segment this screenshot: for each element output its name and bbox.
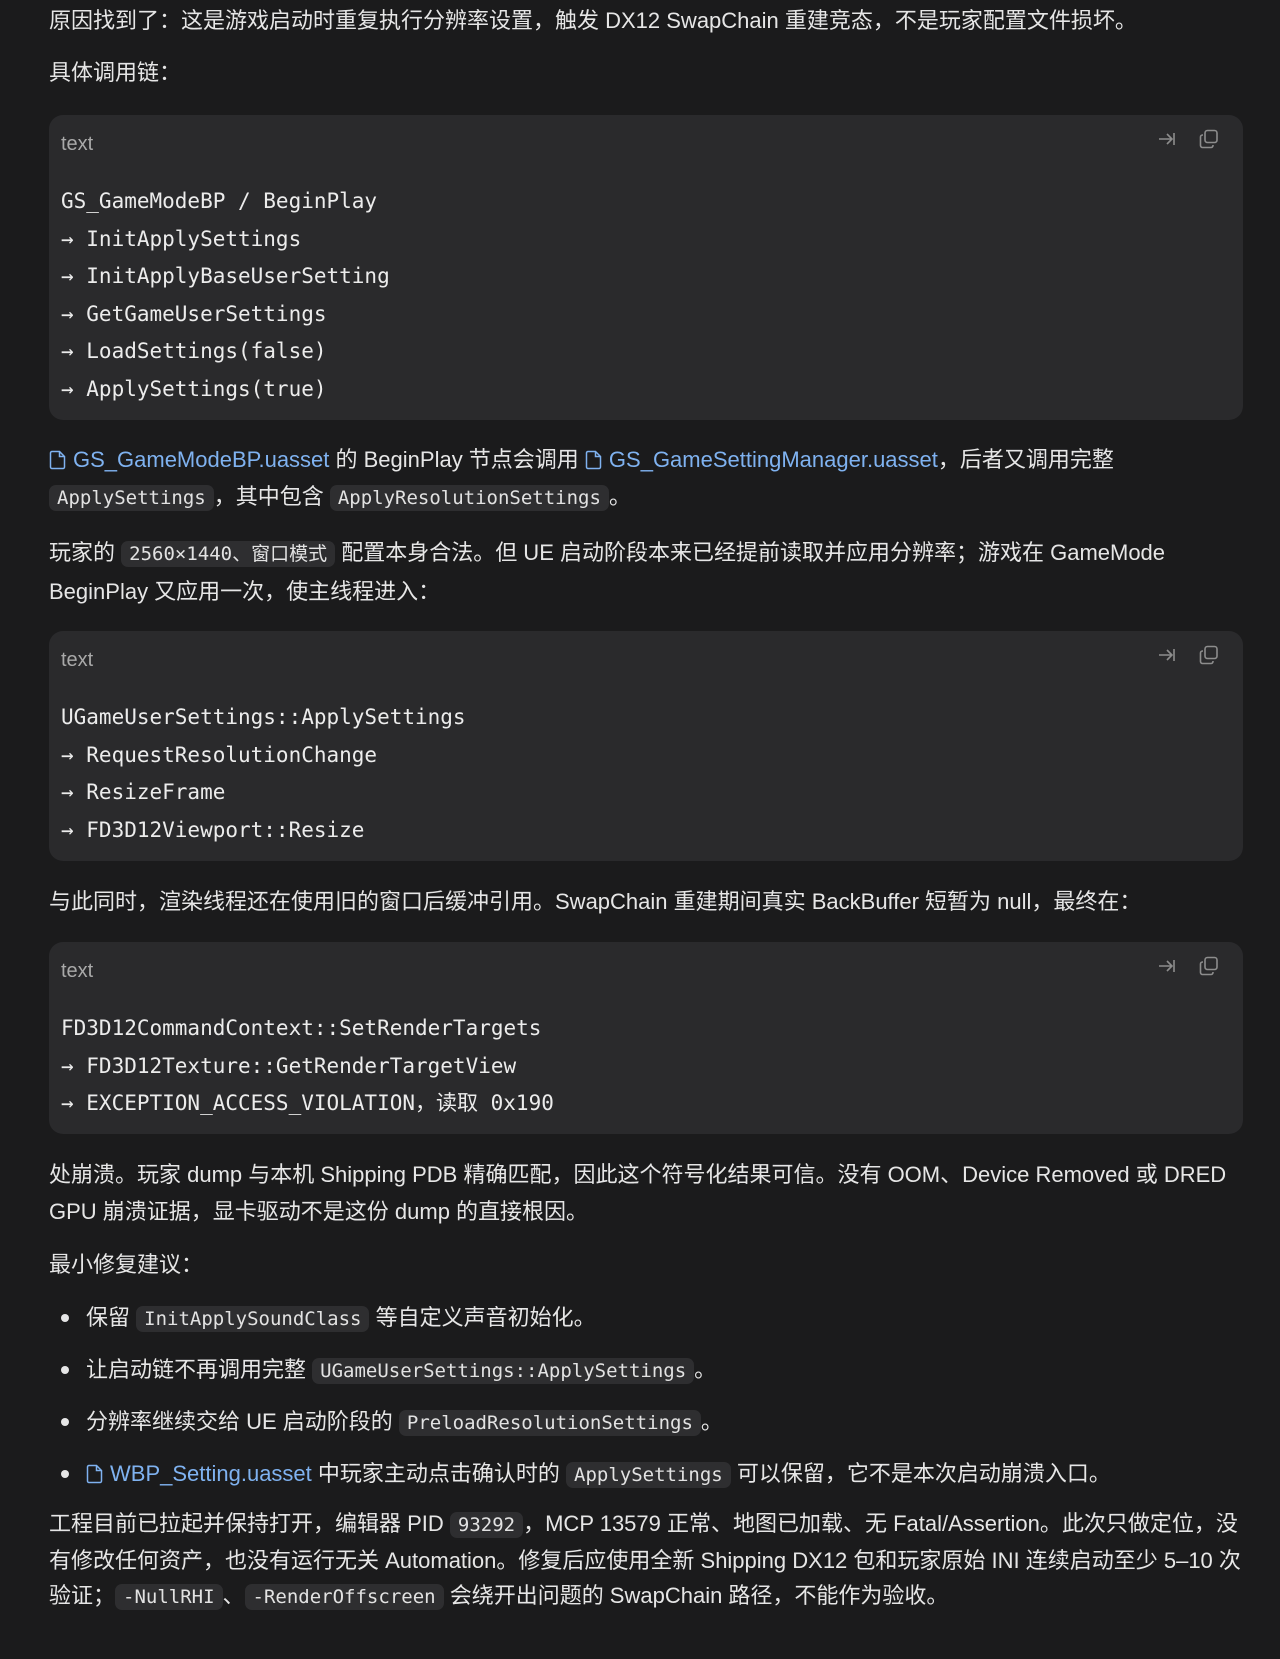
code-language-label: text (61, 649, 94, 671)
inline-code: UGameUserSettings::ApplySettings (312, 1358, 695, 1384)
fix-list: 保留 InitApplySoundClass 等自定义声音初始化。 让启动链不再… (49, 1299, 1244, 1507)
code-block-header: text (49, 942, 1243, 998)
code-line: UGameUserSettings::ApplySettings (61, 705, 466, 729)
code-block-header: text (49, 115, 1243, 171)
file-link-settingmanager[interactable]: GS_GameSettingManager.uasset (585, 447, 938, 472)
inline-code: ApplyResolutionSettings (329, 485, 609, 511)
inline-code: PreloadResolutionSettings (398, 1410, 701, 1436)
code-block-3: text FD3D12CommandContext::SetRenderTarg… (49, 942, 1243, 1134)
code-line: GS_GameModeBP / BeginPlay (61, 189, 378, 213)
inline-code: ApplySettings (49, 485, 214, 511)
code-line: → EXCEPTION_ACCESS_VIOLATION，读取 0x190 (61, 1091, 554, 1116)
code-line: → InitApplySettings (61, 226, 302, 251)
code-block-1: text GS_GameModeBP / BeginPlay → InitApp… (49, 115, 1243, 420)
code-line: → LoadSettings(false) (61, 339, 327, 364)
file-link-gamemode[interactable]: GS_GameModeBP.uasset (49, 447, 329, 472)
fix-heading: 最小修复建议： (49, 1252, 204, 1277)
paragraph-render-thread: 与此同时，渲染线程还在使用旧的窗口后缓冲引用。SwapChain 重建期间真实 … (49, 889, 1142, 914)
file-link-wbp-setting[interactable]: WBP_Setting.uasset (86, 1461, 312, 1486)
paragraph-resolution: 玩家的 2560×1440、窗口模式 配置本身合法。但 UE 启动阶段本来已经提… (49, 540, 1166, 604)
paragraph-crash-analysis: 处崩溃。玩家 dump 与本机 Shipping PDB 精确匹配，因此这个符号… (49, 1162, 1227, 1224)
intro-paragraph: 原因找到了：这是游戏启动时重复执行分辨率设置，触发 DX12 SwapChain… (49, 8, 1137, 33)
code-line: → GetGameUserSettings (61, 301, 327, 326)
code-line: → FD3D12Viewport::Resize (61, 817, 365, 842)
inline-code: -RenderOffscreen (244, 1584, 444, 1610)
wrap-icon[interactable] (1155, 127, 1179, 151)
copy-icon[interactable] (1197, 643, 1221, 667)
code-line: → FD3D12Texture::GetRenderTargetView (61, 1053, 517, 1078)
code-line: → ApplySettings(true) (61, 376, 327, 401)
code-language-label: text (61, 960, 94, 982)
inline-code: InitApplySoundClass (136, 1306, 370, 1332)
file-icon (49, 450, 66, 470)
paragraph-status: 工程目前已拉起并保持打开，编辑器 PID 93292 ，MCP 13579 正常、… (49, 1511, 1241, 1610)
code-block-2: text UGameUserSettings::ApplySettings → … (49, 631, 1243, 861)
code-line: → InitApplyBaseUserSetting (61, 264, 390, 289)
file-icon (585, 450, 602, 470)
inline-code: 93292 (449, 1512, 524, 1538)
copy-icon[interactable] (1197, 954, 1221, 978)
wrap-icon[interactable] (1155, 954, 1179, 978)
code-line: FD3D12CommandContext::SetRenderTargets (61, 1016, 542, 1040)
code-line: → RequestResolutionChange (61, 742, 378, 767)
wrap-icon[interactable] (1155, 643, 1179, 667)
list-item: WBP_Setting.uasset 中玩家主动点击确认时的 ApplySett… (49, 1455, 1244, 1507)
inline-code: 2560×1440、窗口模式 (121, 541, 336, 567)
code-line: → ResizeFrame (61, 780, 226, 805)
copy-icon[interactable] (1197, 127, 1221, 151)
list-item: 让启动链不再调用完整 UGameUserSettings::ApplySetti… (49, 1351, 1244, 1403)
inline-code: -NullRHI (115, 1584, 223, 1610)
list-item: 保留 InitApplySoundClass 等自定义声音初始化。 (49, 1299, 1244, 1351)
paragraph-call-description: GS_GameModeBP.uasset 的 BeginPlay 节点会调用 G… (49, 441, 1244, 517)
list-item: 分辨率继续交给 UE 启动阶段的 PreloadResolutionSettin… (49, 1403, 1244, 1455)
code-language-label: text (61, 133, 94, 155)
file-icon (86, 1464, 103, 1484)
code-block-header: text (49, 631, 1243, 687)
inline-code: ApplySettings (566, 1462, 731, 1488)
chain-heading: 具体调用链： (49, 60, 182, 85)
